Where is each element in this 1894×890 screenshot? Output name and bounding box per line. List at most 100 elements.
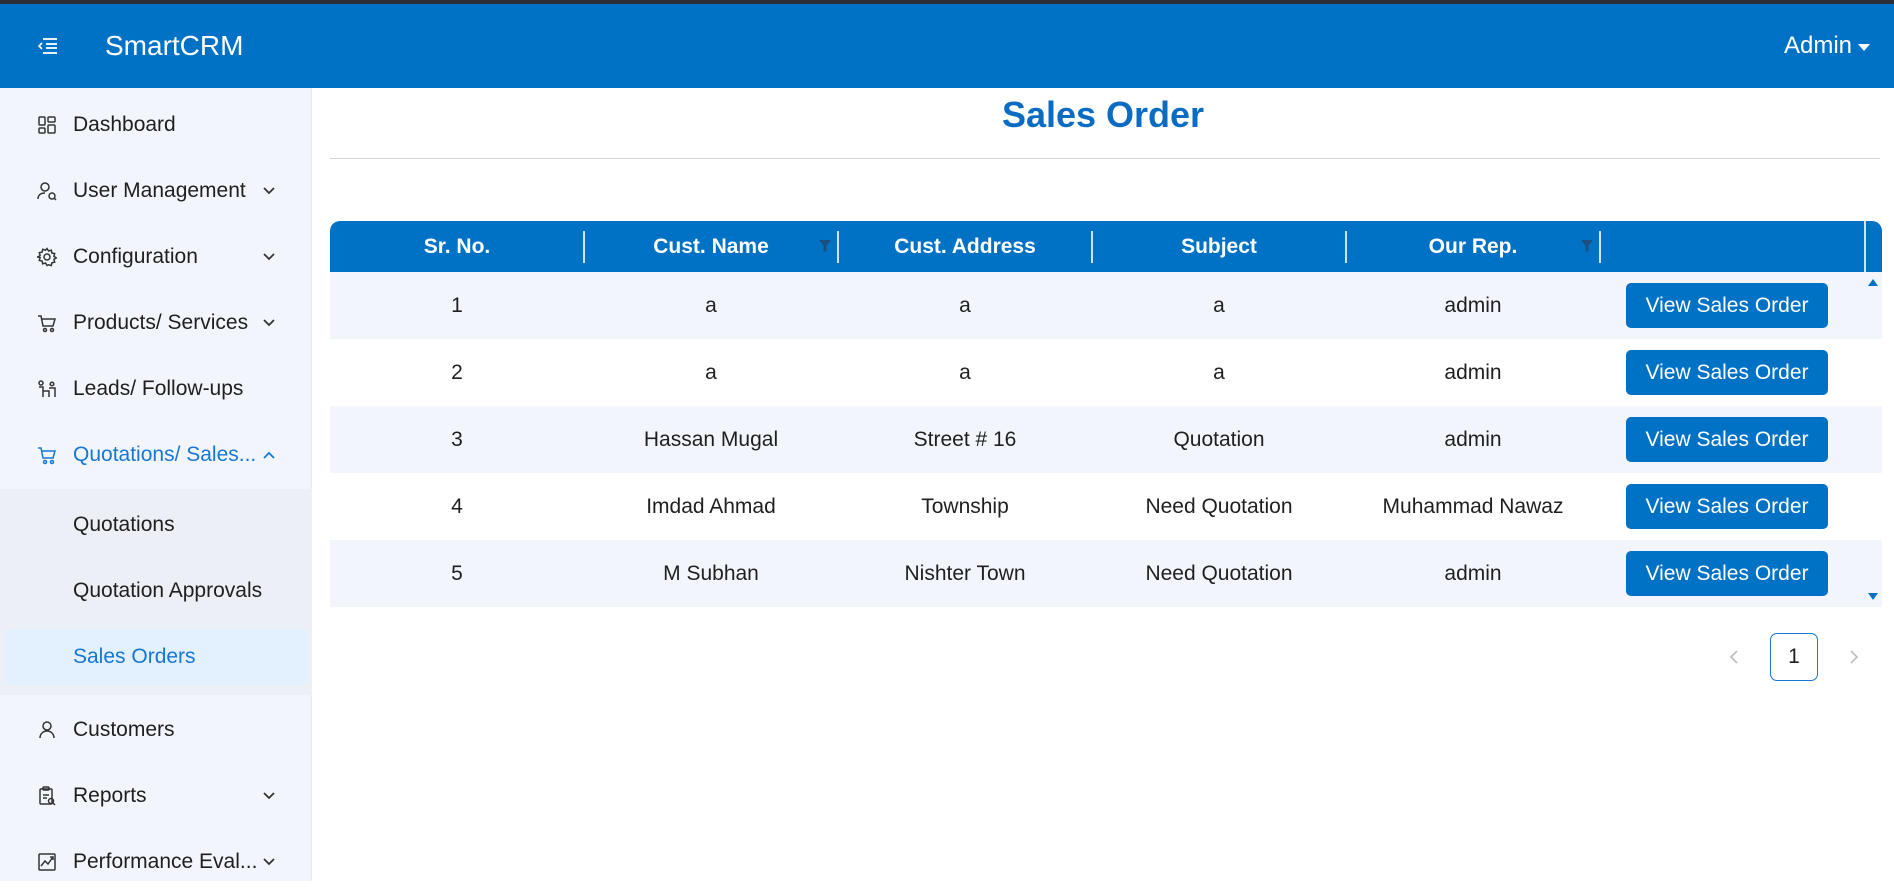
title-divider xyxy=(330,158,1880,159)
cell-cust-address: a xyxy=(959,360,971,384)
sidebar-item-label: User Management xyxy=(73,179,246,202)
submenu-quotations-sales: Quotations Quotation Approvals Sales Ord… xyxy=(0,489,312,695)
cell-sr-no: 3 xyxy=(451,427,463,451)
scroll-up-button[interactable] xyxy=(1865,276,1881,288)
cell-subject: a xyxy=(1213,293,1225,317)
table-body: 1 a a a admin View Sales Order 2 a a a a… xyxy=(330,272,1882,607)
gear-icon xyxy=(36,246,58,268)
sidebar-item-reports[interactable]: Reports xyxy=(0,768,312,824)
sidebar-item-dashboard[interactable]: Dashboard xyxy=(0,97,312,153)
sidebar-item-leads-follow-ups[interactable]: Leads/ Follow-ups xyxy=(0,361,312,417)
cell-sr-no: 4 xyxy=(451,494,463,518)
sidebar-subitem-sales-orders[interactable]: Sales Orders xyxy=(4,629,308,685)
user-menu-label: Admin xyxy=(1783,32,1852,59)
sidebar-item-performance-evaluation[interactable]: Performance Eval... xyxy=(0,834,312,890)
chevron-down-icon xyxy=(260,248,278,266)
cell-subject: Need Quotation xyxy=(1145,561,1293,585)
caret-down-icon xyxy=(1858,43,1870,51)
filter-icon[interactable] xyxy=(818,239,832,253)
column-header-cust-name[interactable]: Cust. Name xyxy=(584,221,838,272)
pagination-next-button[interactable] xyxy=(1830,633,1878,681)
customer-icon xyxy=(36,719,58,741)
pagination-page-button[interactable]: 1 xyxy=(1770,633,1818,681)
chevron-down-icon xyxy=(260,182,278,200)
cart-icon xyxy=(36,444,58,466)
cell-subject: a xyxy=(1213,360,1225,384)
triangle-down-icon xyxy=(1868,592,1878,600)
chevron-down-icon xyxy=(260,853,278,871)
cell-subject: Need Quotation xyxy=(1145,494,1293,518)
cell-cust-name: a xyxy=(705,360,717,384)
table-row: 4 Imdad Ahmad Township Need Quotation Mu… xyxy=(330,473,1882,540)
dashboard-icon xyxy=(36,114,58,136)
table-row: 5 M Subhan Nishter Town Need Quotation a… xyxy=(330,540,1882,607)
user-management-icon xyxy=(36,180,58,202)
cell-cust-name: M Subhan xyxy=(663,561,759,585)
table-row: 1 a a a admin View Sales Order xyxy=(330,272,1882,339)
page-title: Sales Order xyxy=(1001,94,1205,135)
sidebar: Dashboard User Management Configuration xyxy=(0,88,312,881)
column-header-action xyxy=(1600,221,1864,272)
column-header-subject[interactable]: Subject xyxy=(1092,221,1346,272)
sidebar-item-products-services[interactable]: Products/ Services xyxy=(0,295,312,351)
cell-sr-no: 1 xyxy=(451,293,463,317)
cell-sr-no: 5 xyxy=(451,561,463,585)
sidebar-item-label: Products/ Services xyxy=(73,311,249,334)
filter-icon[interactable] xyxy=(1580,239,1594,253)
cell-cust-address: a xyxy=(959,293,971,317)
sidebar-subitem-label: Quotation Approvals xyxy=(73,579,263,602)
chevron-left-icon xyxy=(1729,650,1738,664)
sidebar-item-configuration[interactable]: Configuration xyxy=(0,229,312,285)
sidebar-item-label: Quotations/ Sales... xyxy=(73,443,257,466)
view-sales-order-button[interactable]: View Sales Order xyxy=(1626,283,1828,328)
column-header-cust-address[interactable]: Cust. Address xyxy=(838,221,1092,272)
sidebar-subitem-label: Sales Orders xyxy=(73,645,196,668)
report-icon xyxy=(36,785,58,807)
sidebar-item-label: Dashboard xyxy=(73,113,176,136)
sidebar-item-label: Reports xyxy=(73,784,147,807)
cell-cust-name: Imdad Ahmad xyxy=(646,494,776,518)
scroll-down-button[interactable] xyxy=(1865,590,1881,602)
cell-subject: Quotation xyxy=(1173,427,1265,451)
pagination-prev-button[interactable] xyxy=(1710,633,1758,681)
cell-sr-no: 2 xyxy=(451,360,463,384)
sidebar-subitem-quotation-approvals[interactable]: Quotation Approvals xyxy=(0,563,312,619)
view-sales-order-button[interactable]: View Sales Order xyxy=(1626,484,1828,529)
column-header-sr-no[interactable]: Sr. No. xyxy=(330,221,584,272)
table-header: Sr. No. Cust. Name Cust. Address Subject… xyxy=(330,221,1882,272)
user-menu[interactable]: Admin xyxy=(1784,32,1870,60)
cell-cust-name: a xyxy=(705,293,717,317)
sidebar-item-label: Performance Eval... xyxy=(73,850,258,873)
chart-icon xyxy=(36,851,58,873)
cell-our-rep: admin xyxy=(1444,561,1502,585)
cart-icon xyxy=(36,312,58,334)
sidebar-item-user-management[interactable]: User Management xyxy=(0,163,312,219)
chevron-down-icon xyxy=(260,787,278,805)
view-sales-order-button[interactable]: View Sales Order xyxy=(1626,350,1828,395)
app-brand: SmartCRM xyxy=(105,30,244,61)
leads-icon xyxy=(36,378,58,400)
main-content: Sales Order Sr. No. Cust. Name Cust. Add… xyxy=(312,88,1894,881)
column-separator xyxy=(1864,221,1866,272)
table-row: 3 Hassan Mugal Street # 16 Quotation adm… xyxy=(330,406,1882,473)
cell-cust-address: Nishter Town xyxy=(904,561,1026,585)
view-sales-order-button[interactable]: View Sales Order xyxy=(1626,551,1828,596)
sidebar-subitem-label: Quotations xyxy=(73,513,175,536)
triangle-up-icon xyxy=(1868,278,1878,286)
menu-collapse-button[interactable] xyxy=(30,28,66,64)
chevron-up-icon xyxy=(260,446,278,464)
view-sales-order-button[interactable]: View Sales Order xyxy=(1626,417,1828,462)
app-header: SmartCRM Admin xyxy=(0,4,1894,88)
table-row: 2 a a a admin View Sales Order xyxy=(330,339,1882,406)
column-header-our-rep[interactable]: Our Rep. xyxy=(1346,221,1600,272)
chevron-right-icon xyxy=(1850,650,1859,664)
sidebar-item-customers[interactable]: Customers xyxy=(0,702,312,758)
cell-our-rep: admin xyxy=(1444,427,1502,451)
sidebar-item-label: Leads/ Follow-ups xyxy=(73,377,244,400)
cell-cust-address: Street # 16 xyxy=(913,427,1017,451)
sidebar-item-label: Configuration xyxy=(73,245,198,268)
cell-cust-address: Township xyxy=(921,494,1009,518)
cell-our-rep: Muhammad Nawaz xyxy=(1382,494,1564,518)
sidebar-item-quotations-sales[interactable]: Quotations/ Sales... xyxy=(0,427,312,483)
sidebar-subitem-quotations[interactable]: Quotations xyxy=(0,497,312,553)
